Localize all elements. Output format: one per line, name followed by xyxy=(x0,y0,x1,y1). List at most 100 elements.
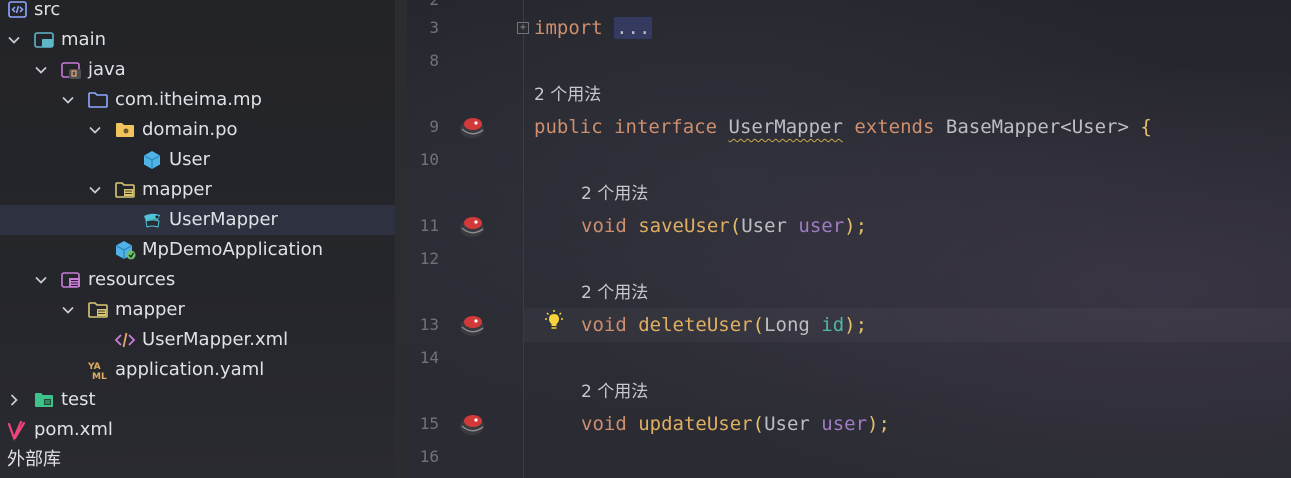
parameter-name[interactable]: user xyxy=(798,215,844,237)
tree-item-pom-xml[interactable]: pom.xml xyxy=(0,415,407,445)
resources-root-icon xyxy=(61,272,80,288)
tree-item-usermapper[interactable]: UserMapper xyxy=(0,205,407,235)
mapper-package-icon xyxy=(115,182,135,198)
code-line-saveuser[interactable]: void saveUser(User user); xyxy=(581,211,867,241)
type-name[interactable]: Long xyxy=(764,314,810,336)
folded-imports[interactable]: ... xyxy=(614,17,653,39)
tree-item-mapper-folder[interactable]: mapper xyxy=(0,295,407,325)
svg-text:YA: YA xyxy=(87,362,101,372)
punctuation: < xyxy=(1060,116,1072,138)
punctuation: ( xyxy=(752,314,765,336)
brace: { xyxy=(1140,116,1152,138)
punctuation: ( xyxy=(752,413,765,435)
code-line-updateuser[interactable]: void updateUser(User user); xyxy=(581,409,890,439)
java-source-root-icon xyxy=(61,62,81,79)
tree-item-domain-po[interactable]: domain.po xyxy=(0,115,407,145)
line-number: 3 xyxy=(429,18,439,37)
tree-item-label: UserMapper.xml xyxy=(142,329,289,350)
fold-toggle-icon[interactable]: + xyxy=(517,22,529,34)
tree-item-label: pom.xml xyxy=(34,419,113,440)
keyword: void xyxy=(581,314,627,336)
chevron-down-icon[interactable] xyxy=(33,62,49,78)
line-number: 10 xyxy=(419,150,439,169)
entity-class-icon xyxy=(143,151,161,169)
package-folder-icon xyxy=(116,123,134,137)
tree-item-application-yaml[interactable]: YA ML application.yaml xyxy=(0,355,407,385)
tree-item-label: main xyxy=(61,29,106,50)
punctuation: > xyxy=(1117,116,1129,138)
code-editor[interactable]: 2 3 8 9 10 11 12 13 14 15 16 + impo xyxy=(407,0,1291,478)
tree-item-label: MpDemoApplication xyxy=(142,239,324,260)
punctuation: ); xyxy=(844,215,868,237)
tree-item-java[interactable]: java xyxy=(0,55,407,85)
type-name[interactable]: User xyxy=(741,215,787,237)
tree-item-external-libraries[interactable]: 外部库 xyxy=(0,445,407,475)
keyword: void xyxy=(581,413,627,435)
tree-item-main[interactable]: main xyxy=(0,25,407,55)
line-number: 9 xyxy=(429,117,439,136)
chevron-down-icon[interactable] xyxy=(33,272,49,288)
code-line-deleteuser[interactable]: void deleteUser(Long id); xyxy=(581,310,867,340)
lightbulb-icon[interactable] xyxy=(542,309,566,333)
mybatis-mapper-icon xyxy=(144,213,160,228)
tree-item-resources[interactable]: resources xyxy=(0,265,407,295)
xml-file-icon xyxy=(114,332,136,348)
tree-item-label: application.yaml xyxy=(115,359,265,380)
keyword: extends xyxy=(854,116,935,138)
interface-name[interactable]: UserMapper xyxy=(729,116,843,138)
usages-hint[interactable]: 2 个用法 xyxy=(581,378,648,406)
tree-item-usermapper-xml[interactable]: UserMapper.xml xyxy=(0,325,407,355)
chevron-down-icon[interactable] xyxy=(87,122,103,138)
usages-hint[interactable]: 2 个用法 xyxy=(534,81,601,109)
tree-item-mapper-package[interactable]: mapper xyxy=(0,175,407,205)
usages-hint[interactable]: 2 个用法 xyxy=(581,279,648,307)
punctuation: ); xyxy=(844,314,868,336)
chevron-down-icon[interactable] xyxy=(60,92,76,108)
line-number: 16 xyxy=(419,447,439,466)
tree-item-label: test xyxy=(61,389,96,410)
tree-item-label: mapper xyxy=(115,299,185,320)
tree-item-label: src xyxy=(34,0,61,20)
chevron-down-icon[interactable] xyxy=(6,32,22,48)
chevron-down-icon[interactable] xyxy=(87,182,103,198)
line-number: 13 xyxy=(419,315,439,334)
chevron-right-icon[interactable] xyxy=(6,392,22,408)
mybatis-navigate-icon[interactable] xyxy=(458,312,488,338)
method-name[interactable]: saveUser xyxy=(638,215,730,237)
line-number: 15 xyxy=(419,414,439,433)
mybatis-navigate-icon[interactable] xyxy=(458,114,488,140)
line-number: 11 xyxy=(419,216,439,235)
tree-item-src[interactable]: src xyxy=(0,0,407,25)
tree-item-label: mapper xyxy=(142,179,212,200)
tree-item-test[interactable]: test xyxy=(0,385,407,415)
chevron-down-icon[interactable] xyxy=(60,302,76,318)
type-name[interactable]: User xyxy=(1072,116,1118,138)
spring-boot-class-icon xyxy=(115,241,136,260)
parameter-name[interactable]: id xyxy=(821,314,844,336)
mybatis-navigate-icon[interactable] xyxy=(458,213,488,239)
tree-item-label: UserMapper xyxy=(169,209,278,230)
tree-item-label: 外部库 xyxy=(7,449,61,470)
tree-item-label: resources xyxy=(88,269,176,290)
keyword: void xyxy=(581,215,627,237)
punctuation: ); xyxy=(867,413,890,435)
type-name[interactable]: User xyxy=(764,413,810,435)
svg-text:ML: ML xyxy=(92,372,107,381)
type-name[interactable]: BaseMapper xyxy=(946,116,1060,138)
line-number: 8 xyxy=(429,51,439,70)
parameter-name[interactable]: user xyxy=(821,413,867,435)
tree-item-mpdemoapplication[interactable]: MpDemoApplication xyxy=(0,235,407,265)
code-line-interface-declaration[interactable]: public interface UserMapper extends Base… xyxy=(534,112,1152,142)
method-name[interactable]: updateUser xyxy=(638,413,752,435)
mapper-folder-icon xyxy=(88,302,108,318)
method-name[interactable]: deleteUser xyxy=(638,314,752,336)
punctuation: ( xyxy=(729,215,742,237)
keyword: public xyxy=(534,116,603,138)
tree-item-com-itheima-mp[interactable]: com.itheima.mp xyxy=(0,85,407,115)
mybatis-navigate-icon[interactable] xyxy=(458,411,488,437)
panel-divider[interactable] xyxy=(395,0,407,478)
tree-item-user[interactable]: User xyxy=(0,145,407,175)
keyword: interface xyxy=(614,116,718,138)
code-line-import[interactable]: import ... xyxy=(534,13,653,43)
usages-hint[interactable]: 2 个用法 xyxy=(581,180,648,208)
